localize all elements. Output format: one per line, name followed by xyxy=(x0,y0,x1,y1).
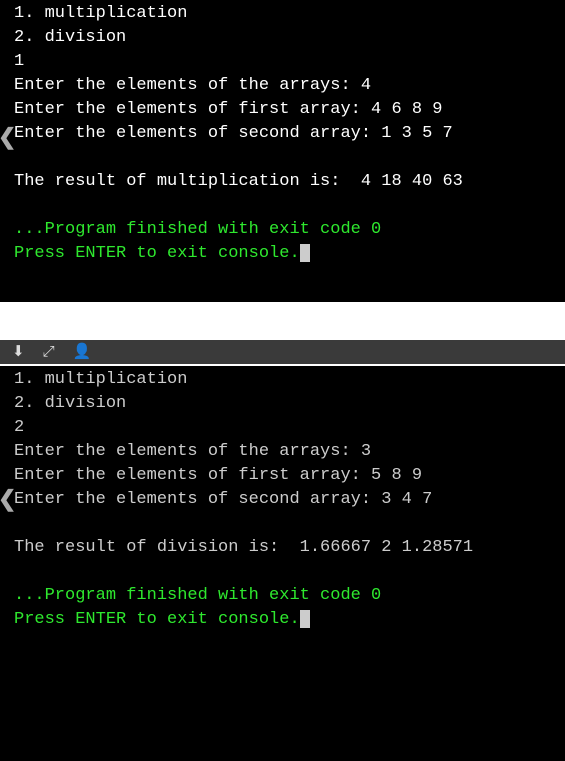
output-line xyxy=(0,560,565,584)
output-line xyxy=(0,512,565,536)
press-enter-text: Press ENTER to exit console. xyxy=(14,610,300,629)
terminal-panel-bottom: ❮ 1. multiplication 2. division 2 Enter … xyxy=(0,366,565,761)
cursor-block-icon xyxy=(300,244,310,262)
scroll-up-icon[interactable]: ❮ xyxy=(0,490,16,512)
output-line-success: ...Program finished with exit code 0 xyxy=(0,218,565,242)
output-line: Enter the elements of second array: 1 3 … xyxy=(0,122,565,146)
press-enter-text: Press ENTER to exit console. xyxy=(14,244,300,263)
output-line xyxy=(0,194,565,218)
user-icon[interactable]: 👤 xyxy=(73,345,92,360)
output-line: Enter the elements of second array: 3 4 … xyxy=(0,488,565,512)
output-line xyxy=(0,146,565,170)
output-line: 1 xyxy=(0,50,565,74)
chevron-down-icon[interactable]: ⬇ xyxy=(12,345,25,360)
output-line: 1. multiplication xyxy=(0,368,565,392)
expand-icon[interactable]: ⤢ xyxy=(43,345,55,360)
scroll-up-icon[interactable]: ❮ xyxy=(0,128,16,150)
output-line: Enter the elements of the arrays: 3 xyxy=(0,440,565,464)
output-line-success: ...Program finished with exit code 0 xyxy=(0,584,565,608)
output-line: 1. multiplication xyxy=(0,2,565,26)
output-line: 2. division xyxy=(0,392,565,416)
terminal-panel-top: ❮ 1. multiplication 2. division 1 Enter … xyxy=(0,0,565,302)
panel-separator xyxy=(0,302,565,340)
output-line-prompt: Press ENTER to exit console. xyxy=(0,242,565,266)
output-line: 2. division xyxy=(0,26,565,50)
cursor-block-icon xyxy=(300,610,310,628)
output-line: The result of division is: 1.66667 2 1.2… xyxy=(0,536,565,560)
terminal-toolbar: ⬇ ⤢ 👤 xyxy=(0,340,565,366)
output-line: Enter the elements of the arrays: 4 xyxy=(0,74,565,98)
output-line: 2 xyxy=(0,416,565,440)
output-line: Enter the elements of first array: 4 6 8… xyxy=(0,98,565,122)
output-line: The result of multiplication is: 4 18 40… xyxy=(0,170,565,194)
output-line: Enter the elements of first array: 5 8 9 xyxy=(0,464,565,488)
output-line-prompt: Press ENTER to exit console. xyxy=(0,608,565,632)
